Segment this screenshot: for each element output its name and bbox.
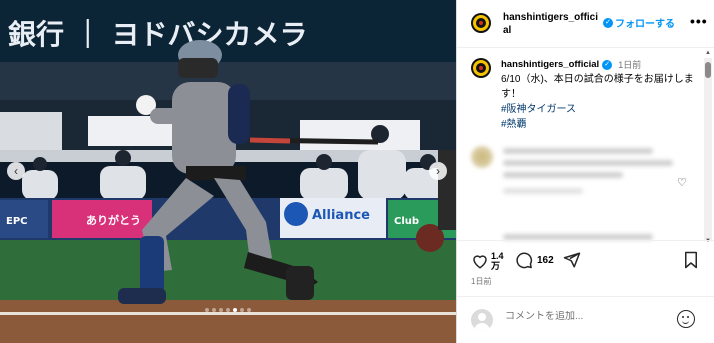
hashtag-link[interactable]: #阪神タイガース xyxy=(501,102,576,117)
carousel-dots xyxy=(0,308,456,312)
carousel-dot xyxy=(247,308,251,312)
baseball-photo: 銀行 ｜ ヨドバシカメラ EPC ありがとう Alliance Club xyxy=(0,0,456,343)
follow-button[interactable]: ✓ フォローする xyxy=(603,15,675,30)
like-button[interactable]: 1.4 万 xyxy=(471,251,504,271)
caption-avatar[interactable] xyxy=(471,58,491,78)
carousel-dot xyxy=(226,308,230,312)
caption-username-row: hanshintigers_official ✓ 1日前 xyxy=(501,58,641,71)
comment-input[interactable] xyxy=(505,311,665,322)
verified-badge-icon: ✓ xyxy=(602,59,613,70)
add-comment-bar xyxy=(457,296,714,343)
more-options-icon[interactable]: ••• xyxy=(690,13,708,29)
carousel-next-button[interactable]: › xyxy=(429,162,447,180)
save-button[interactable] xyxy=(683,251,699,269)
carousel-dot xyxy=(233,308,237,312)
heart-icon xyxy=(473,255,487,269)
hashtag-link[interactable]: #熱覇 xyxy=(501,117,527,132)
header-username[interactable]: hanshintigers_official xyxy=(503,11,599,37)
caption-username[interactable]: hanshintigers_official xyxy=(501,59,599,70)
commenter-avatar xyxy=(471,146,493,168)
bookmark-icon xyxy=(685,251,697,269)
verified-badge-icon: ✓ xyxy=(603,17,613,28)
account-avatar[interactable] xyxy=(471,13,491,33)
post-media[interactable]: 銀行 ｜ ヨドバシカメラ EPC ありがとう Alliance Club ‹ › xyxy=(0,0,456,343)
emoji-icon[interactable] xyxy=(677,310,695,328)
ad-club-text: Club xyxy=(394,216,419,227)
ad-pink-text: ありがとう xyxy=(86,213,141,227)
follow-label[interactable]: フォローする xyxy=(615,15,675,30)
carousel-dot xyxy=(219,308,223,312)
like-count: 1.4 万 xyxy=(491,251,504,271)
ad-epc-text: EPC xyxy=(6,216,28,227)
carousel-dot xyxy=(240,308,244,312)
carousel-dot xyxy=(212,308,216,312)
action-bar: 1.4 万 162 xyxy=(457,240,714,288)
share-button[interactable] xyxy=(563,251,581,269)
my-avatar-icon xyxy=(471,309,493,331)
scroll-up-arrow-icon[interactable]: ▲ xyxy=(705,50,711,56)
post-panel: hanshintigers_official ✓ フォローする ••• hans… xyxy=(456,0,714,343)
blurred-comment: ♡ xyxy=(471,142,697,240)
ad-alliance-text: Alliance xyxy=(312,208,370,223)
comment-bubble-icon xyxy=(516,252,533,269)
paper-plane-icon xyxy=(563,252,581,268)
banner-text: 銀行 ｜ ヨドバシカメラ xyxy=(8,18,308,51)
comment-count: 162 xyxy=(537,254,554,266)
carousel-dot xyxy=(205,308,209,312)
caption-time: 1日前 xyxy=(618,60,642,70)
carousel-prev-button[interactable]: ‹ xyxy=(7,162,25,180)
scrollbar-thumb[interactable] xyxy=(705,62,711,78)
comment-like-icon[interactable]: ♡ xyxy=(677,176,687,189)
comment-button[interactable]: 162 xyxy=(515,251,554,269)
caption-block: hanshintigers_official ✓ 1日前 6/10（水)、本日の… xyxy=(457,48,714,138)
caption-text: 6/10（水)、本日の試合の様子をお届けします！ xyxy=(501,74,694,100)
post-date: 1日前 xyxy=(471,277,492,286)
comments-scrollbar[interactable] xyxy=(704,58,712,240)
post-header: hanshintigers_official ✓ フォローする ••• xyxy=(457,0,714,48)
